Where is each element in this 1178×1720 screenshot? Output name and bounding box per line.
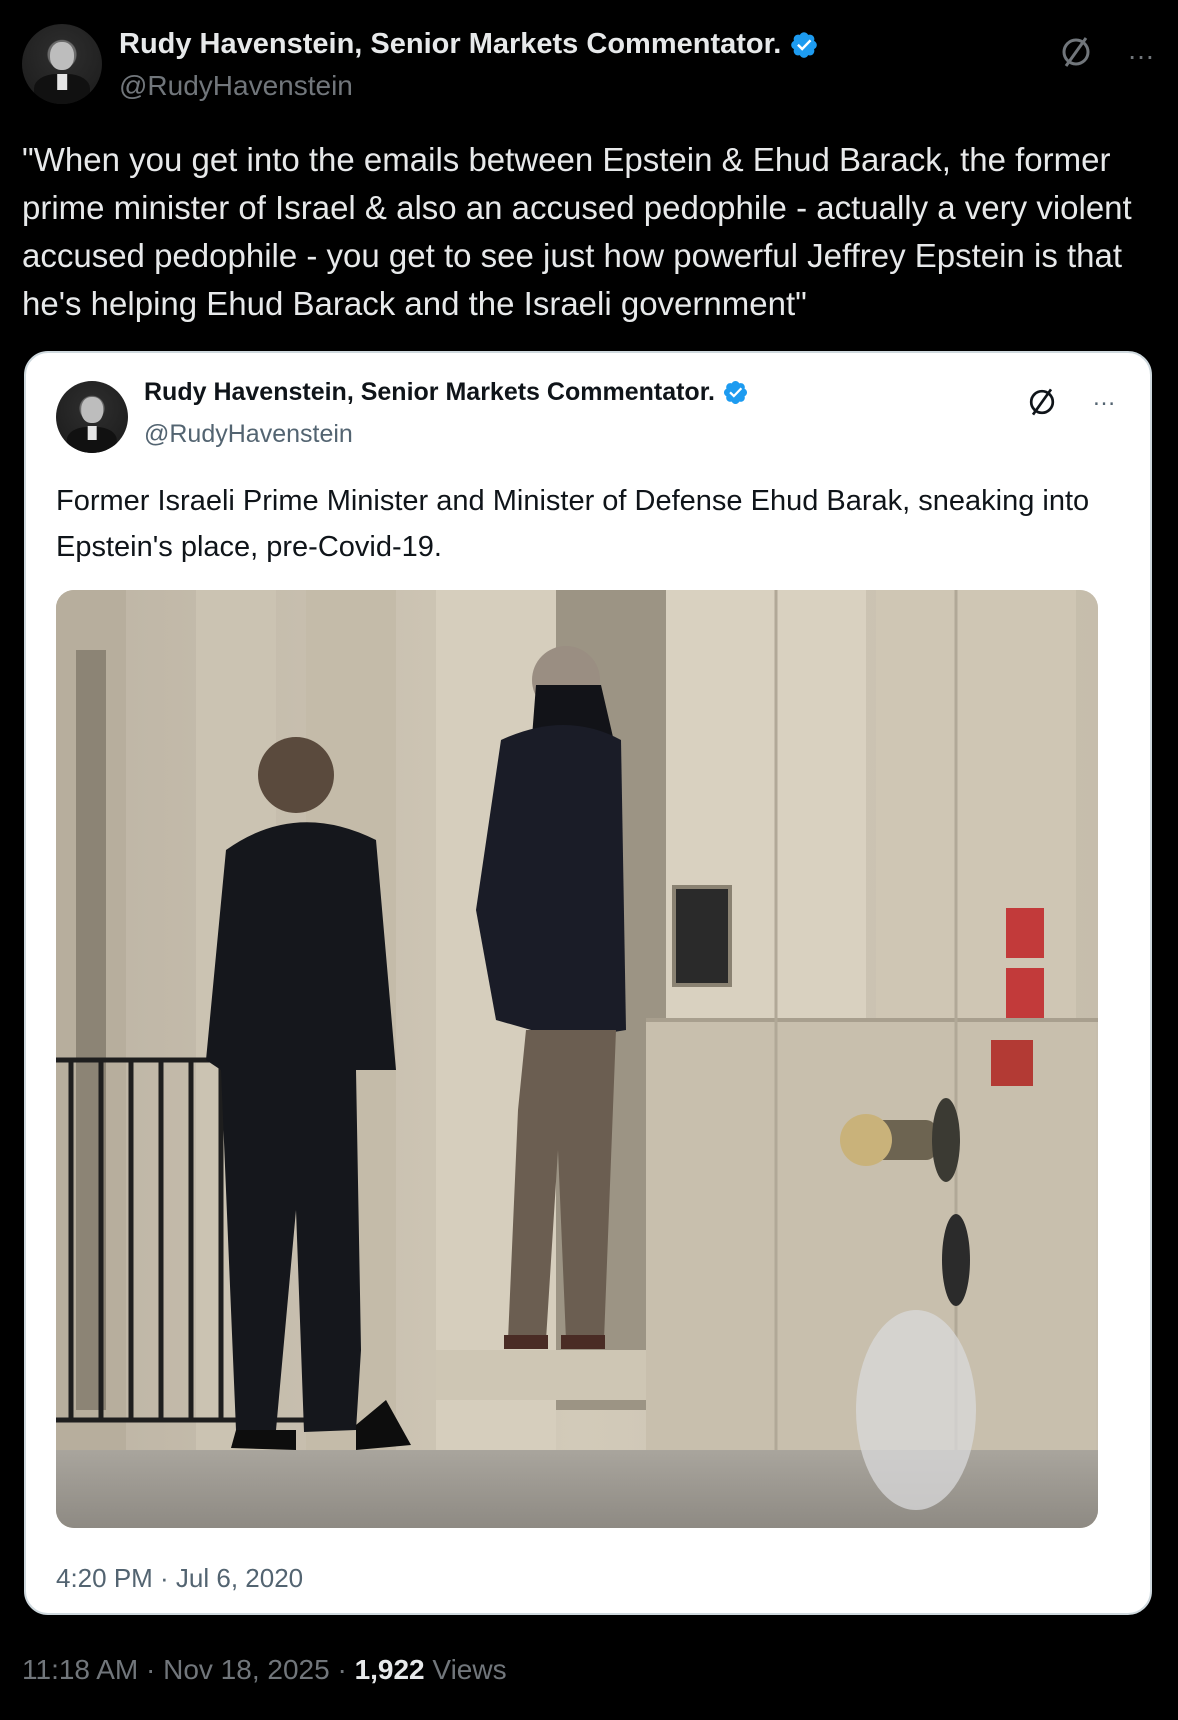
views-count: 1,922: [354, 1654, 425, 1685]
quoted-post-header: Rudy Havenstein, Senior Markets Commenta…: [56, 378, 1116, 458]
avatar-collar: [57, 73, 67, 90]
quoted-post-photo[interactable]: [56, 590, 1098, 1528]
quoted-post-card[interactable]: Rudy Havenstein, Senior Markets Commenta…: [24, 351, 1152, 1615]
more-options-icon[interactable]: …: [1127, 34, 1156, 66]
quoted-grok-icon[interactable]: [1024, 384, 1060, 420]
quoted-avatar-face: [81, 396, 103, 423]
quoted-post-timestamp[interactable]: 4:20 PM · Jul 6, 2020: [56, 1563, 303, 1594]
quoted-author-name-line: Rudy Havenstein, Senior Markets Commenta…: [144, 378, 749, 407]
post-footer: 11:18 AM · Nov 18, 2025 · 1,922 Views: [22, 1654, 507, 1686]
quoted-more-options-icon[interactable]: …: [1092, 384, 1116, 412]
quoted-verified-badge-icon: [723, 380, 748, 405]
quoted-post-text: Former Israeli Prime Minister and Minist…: [56, 485, 1090, 563]
avatar-face: [50, 41, 74, 71]
post-header: Rudy Havenstein, Senior Markets Commenta…: [22, 24, 1156, 114]
verified-badge-icon: [791, 31, 818, 58]
quoted-avatar[interactable]: [56, 381, 128, 453]
author-name-line: Rudy Havenstein, Senior Markets Commenta…: [119, 28, 819, 61]
author-display-name[interactable]: Rudy Havenstein, Senior Markets Commenta…: [119, 28, 781, 61]
author-handle[interactable]: @RudyHavenstein: [119, 70, 353, 102]
avatar[interactable]: [22, 24, 102, 104]
post-text: "When you get into the emails between Ep…: [22, 141, 1132, 322]
quoted-author-handle[interactable]: @RudyHavenstein: [144, 420, 353, 449]
post-timestamp[interactable]: 11:18 AM · Nov 18, 2025 ·: [22, 1654, 355, 1685]
grok-icon[interactable]: [1056, 32, 1096, 72]
street-photo-image: [56, 590, 1098, 1528]
quoted-avatar-collar: [87, 425, 97, 441]
quoted-author-display-name[interactable]: Rudy Havenstein, Senior Markets Commenta…: [144, 378, 715, 407]
views-label: Views: [424, 1654, 507, 1685]
